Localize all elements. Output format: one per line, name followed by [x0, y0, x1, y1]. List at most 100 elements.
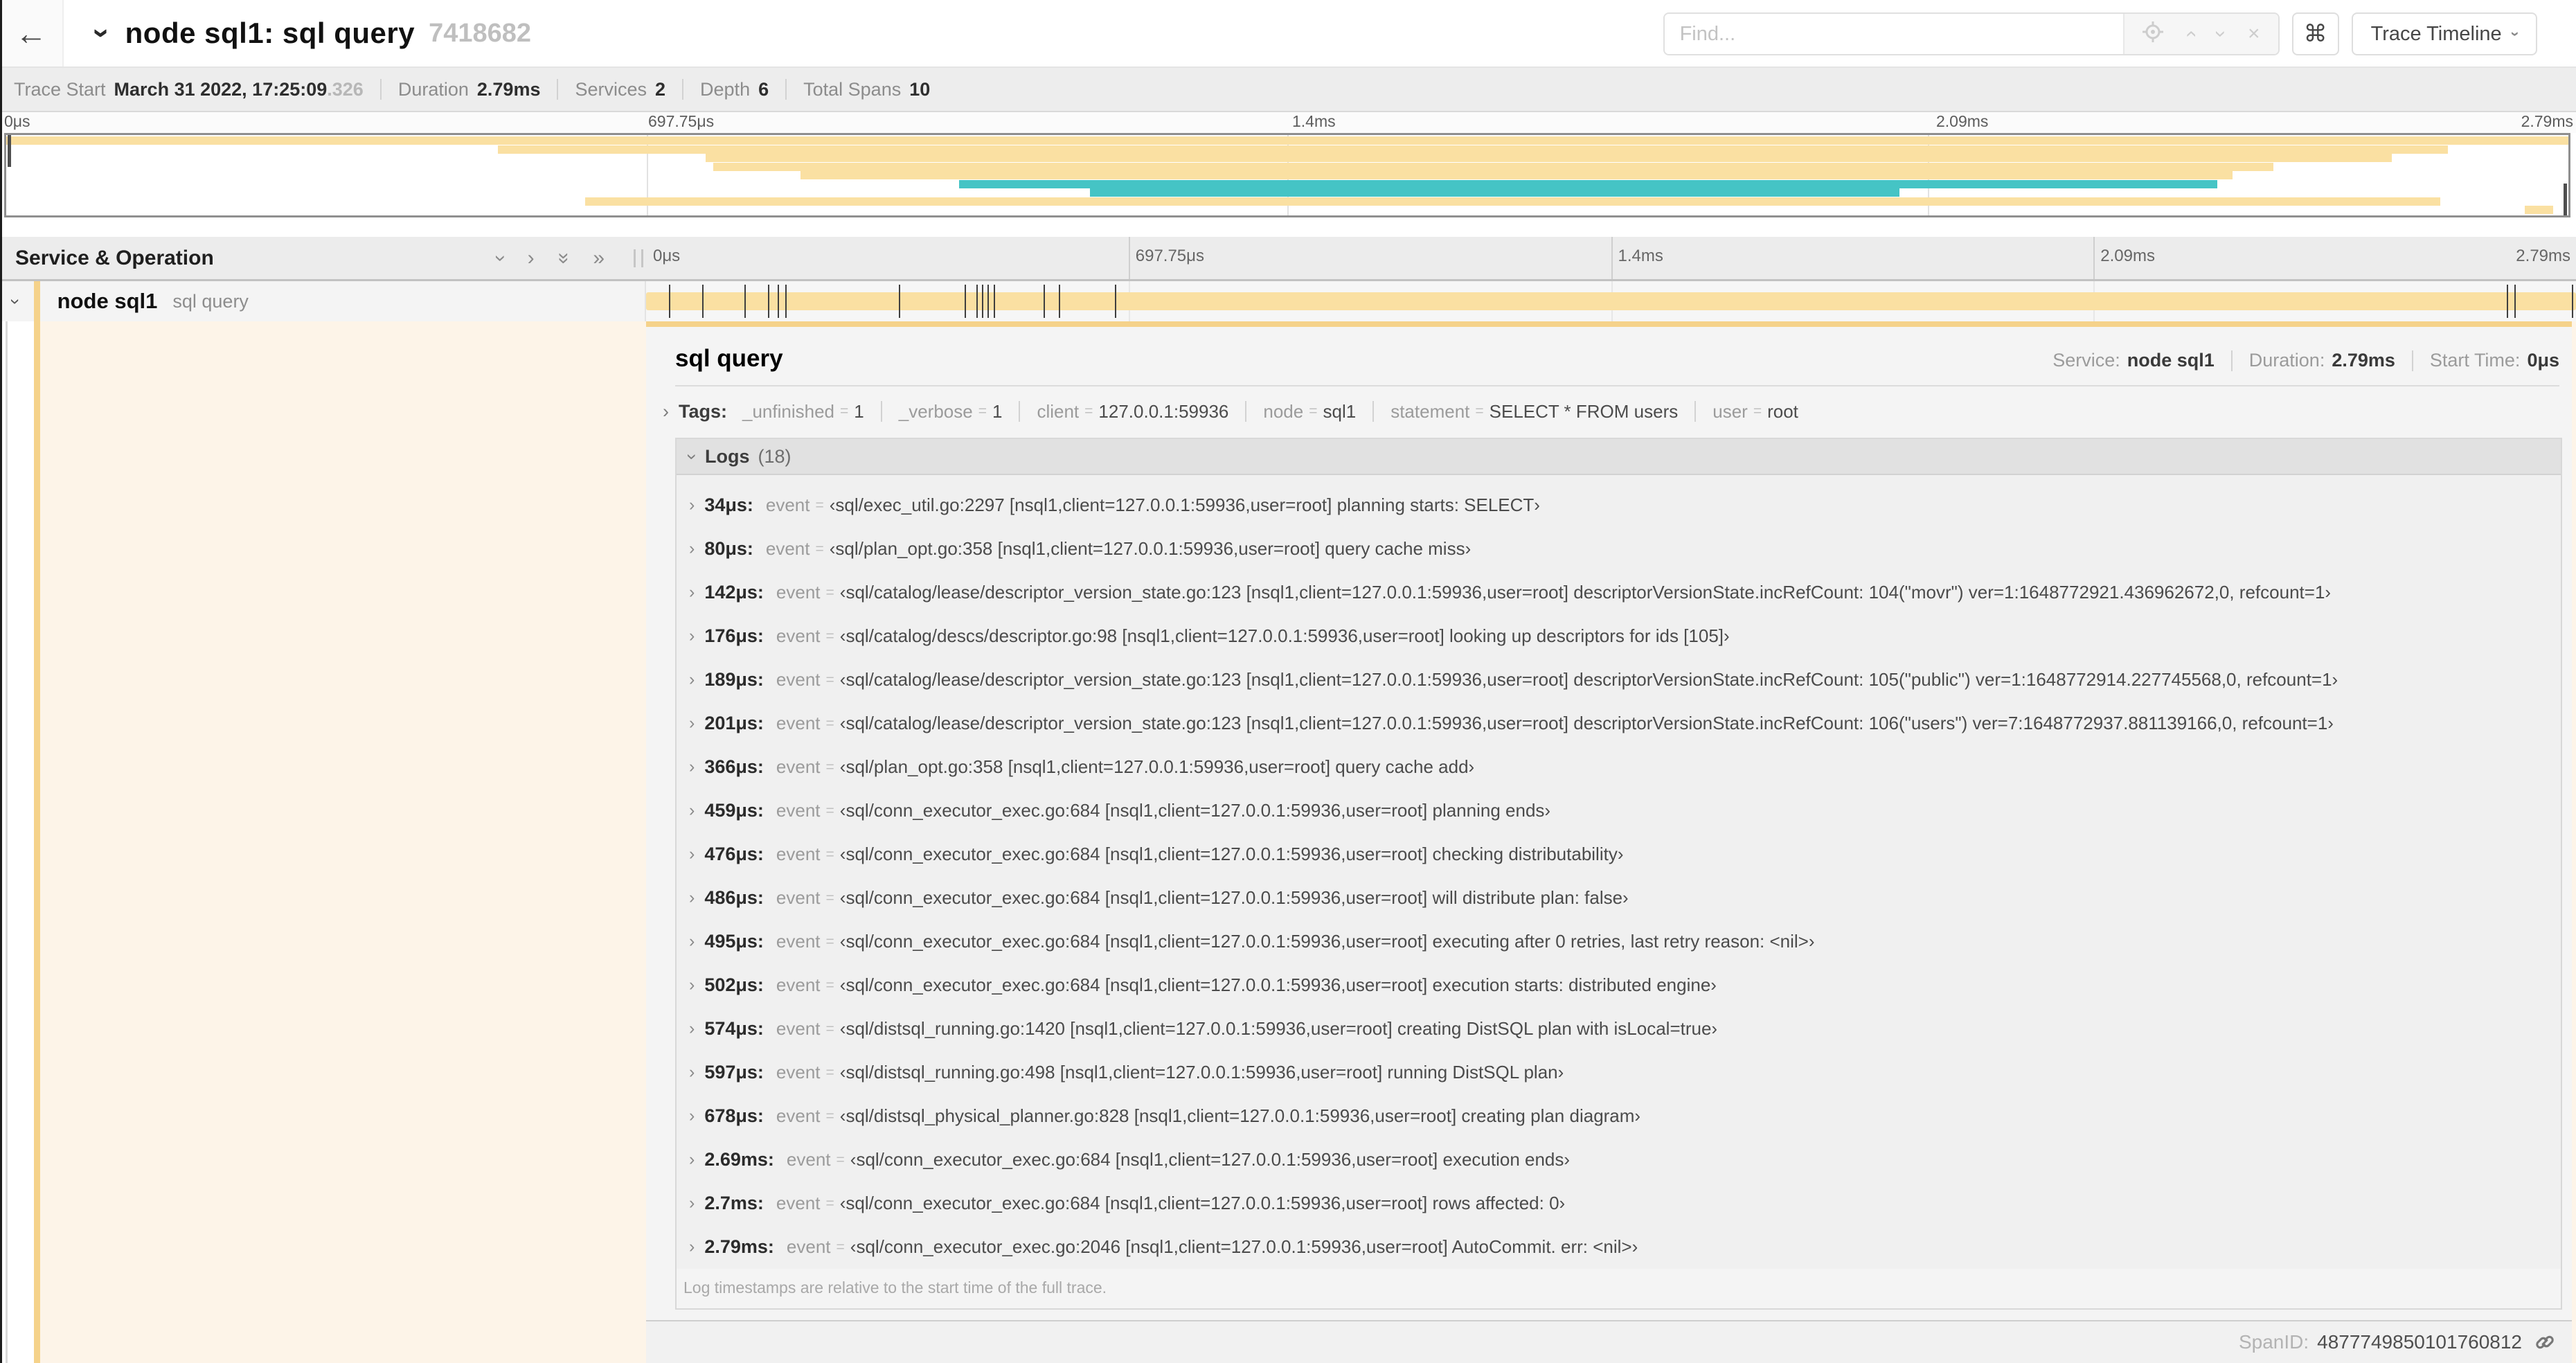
find-next-icon[interactable]: ›	[2210, 30, 2233, 37]
log-chevron-icon[interactable]: ›	[689, 1150, 695, 1170]
log-row[interactable]: › 142μs: event = ‹sql/catalog/lease/descript…	[683, 571, 2561, 614]
back-button[interactable]: ←	[0, 0, 64, 66]
log-timestamp: 201μs:	[704, 713, 764, 733]
log-row[interactable]: › 201μs: event = ‹sql/catalog/lease/descript…	[683, 702, 2561, 745]
log-row[interactable]: › 2.79ms: event = ‹sql/conn_executor_exec.go…	[683, 1225, 2561, 1269]
log-field-key: event	[786, 1236, 831, 1257]
log-event-tick	[2506, 285, 2508, 318]
log-row[interactable]: › 502μs: event = ‹sql/conn_executor_exec.go:…	[683, 963, 2561, 1007]
logs-list: › 34μs: event = ‹sql/exec_util.go:2297 [nsql…	[677, 475, 2561, 1269]
focus-target-icon[interactable]	[2143, 21, 2164, 46]
span-row: › node sql1 sql query	[0, 281, 2576, 321]
log-chevron-icon[interactable]: ›	[689, 626, 695, 646]
log-chevron-icon[interactable]: ›	[689, 670, 695, 690]
collapse-one-icon[interactable]: ›	[490, 255, 512, 262]
log-chevron-icon[interactable]: ›	[689, 757, 695, 777]
ruler-gridline	[1611, 237, 1613, 279]
log-row[interactable]: › 459μs: event = ‹sql/conn_executor_exec.go:…	[683, 789, 2561, 832]
deep-link-icon[interactable]	[2533, 1330, 2557, 1354]
column-resizer-handle[interactable]	[634, 249, 643, 267]
summary-value: 10	[909, 78, 931, 100]
minimap-span-row	[6, 206, 2568, 214]
find-input[interactable]	[1664, 14, 2124, 54]
find-prev-icon[interactable]: ›	[2179, 30, 2201, 37]
log-field-value: ‹sql/exec_util.go:2297 [nsql1,client=127…	[829, 495, 1540, 515]
ruler-time-label: 697.75μs	[1135, 247, 1204, 265]
span-operation-name: sql query	[172, 290, 249, 312]
tag-equals: =	[840, 403, 849, 419]
log-field-key: event	[776, 1193, 821, 1213]
minimap-span-row	[6, 154, 2568, 162]
log-row[interactable]: › 597μs: event = ‹sql/distsql_running.go:498…	[683, 1051, 2561, 1094]
logs-accordion: › Logs (18) › 34μs: event = ‹sql/exec_util.g…	[675, 438, 2562, 1310]
log-chevron-icon[interactable]: ›	[689, 932, 695, 952]
log-chevron-icon[interactable]: ›	[689, 844, 695, 864]
minimap-left-scrubber[interactable]	[8, 135, 11, 167]
view-selector-label: Trace Timeline	[2370, 22, 2502, 45]
log-event-tick	[701, 285, 704, 318]
log-row[interactable]: › 574μs: event = ‹sql/distsql_running.go:142…	[683, 1007, 2561, 1051]
log-chevron-icon[interactable]: ›	[689, 539, 695, 559]
tags-chevron-icon[interactable]: ›	[663, 401, 669, 422]
log-row[interactable]: › 678μs: event = ‹sql/distsql_physical_plann…	[683, 1094, 2561, 1138]
minimap-span-row	[6, 136, 2568, 145]
log-field-key: event	[776, 974, 821, 995]
log-field-key: event	[776, 756, 821, 777]
log-timestamp: 486μs:	[704, 887, 764, 908]
log-row[interactable]: › 476μs: event = ‹sql/conn_executor_exec.go:…	[683, 832, 2561, 876]
log-chevron-icon[interactable]: ›	[689, 495, 695, 515]
log-chevron-icon[interactable]: ›	[689, 1019, 695, 1039]
log-field-value: ‹sql/plan_opt.go:358 [nsql1,client=127.0…	[829, 538, 1472, 559]
log-field-key: event	[776, 887, 821, 908]
view-selector-button[interactable]: Trace Timeline ›	[2351, 12, 2537, 55]
log-row[interactable]: › 2.69ms: event = ‹sql/conn_executor_exec.go…	[683, 1138, 2561, 1182]
shortcuts-button[interactable]: ⌘	[2291, 12, 2339, 55]
tag-divider	[880, 401, 882, 422]
log-chevron-icon[interactable]: ›	[689, 582, 695, 603]
command-icon: ⌘	[2303, 21, 2327, 47]
log-event-tick	[993, 285, 995, 318]
log-chevron-icon[interactable]: ›	[689, 1062, 695, 1083]
log-timestamp: 495μs:	[704, 931, 764, 952]
log-row[interactable]: › 34μs: event = ‹sql/exec_util.go:2297 [nsql…	[683, 483, 2561, 527]
log-equals: =	[825, 758, 834, 775]
span-bar-cell[interactable]	[646, 281, 2576, 321]
find-clear-icon[interactable]: ×	[2248, 24, 2260, 44]
logs-header[interactable]: › Logs (18)	[677, 439, 2561, 475]
span-row-name-cell[interactable]: › node sql1 sql query	[0, 281, 646, 321]
log-timestamp: 574μs:	[704, 1018, 764, 1039]
span-collapse-chevron-icon[interactable]: ›	[5, 299, 26, 305]
minimap-right-scrubber[interactable]	[2564, 184, 2567, 215]
log-equals: =	[825, 889, 834, 906]
log-chevron-icon[interactable]: ›	[689, 713, 695, 733]
log-timestamp: 176μs:	[704, 625, 764, 646]
log-row[interactable]: › 176μs: event = ‹sql/catalog/descs/descript…	[683, 614, 2561, 658]
log-field-key: event	[776, 931, 821, 952]
expand-all-icon[interactable]: »	[593, 247, 605, 269]
log-chevron-icon[interactable]: ›	[689, 1106, 695, 1126]
log-row[interactable]: › 189μs: event = ‹sql/catalog/lease/descript…	[683, 658, 2561, 702]
log-equals: =	[825, 1195, 834, 1211]
log-chevron-icon[interactable]: ›	[689, 1193, 695, 1213]
log-chevron-icon[interactable]: ›	[689, 888, 695, 908]
span-service-name: node sql1	[57, 289, 158, 313]
tags-accordion[interactable]: › Tags: _unfinished = 1 _verbose = 1 client = 12…	[663, 396, 2559, 427]
log-chevron-icon[interactable]: ›	[689, 975, 695, 995]
span-duration-bar[interactable]	[646, 292, 2576, 310]
tag-divider	[1245, 401, 1247, 422]
trace-collapse-chevron-icon[interactable]: ›	[84, 28, 119, 39]
log-row[interactable]: › 2.7ms: event = ‹sql/conn_executor_exec.go:…	[683, 1182, 2561, 1225]
minimap-span-bar	[713, 162, 2274, 171]
detail-left-divider	[6, 321, 8, 1363]
log-chevron-icon[interactable]: ›	[689, 1237, 695, 1257]
collapse-all-icon[interactable]: »	[553, 252, 575, 264]
log-row[interactable]: › 486μs: event = ‹sql/conn_executor_exec.go:…	[683, 876, 2561, 920]
log-row[interactable]: › 80μs: event = ‹sql/plan_opt.go:358 [nsql1,…	[683, 527, 2561, 571]
log-event-tick	[981, 285, 983, 318]
expand-one-icon[interactable]: ›	[528, 247, 535, 269]
page-header: ← › node sql1: sql query 7418682 › › × ⌘…	[0, 0, 2576, 68]
log-row[interactable]: › 366μs: event = ‹sql/plan_opt.go:358 [nsql1…	[683, 745, 2561, 789]
log-chevron-icon[interactable]: ›	[689, 801, 695, 821]
minimap-canvas[interactable]	[4, 133, 2570, 217]
log-row[interactable]: › 495μs: event = ‹sql/conn_executor_exec.go:…	[683, 920, 2561, 963]
